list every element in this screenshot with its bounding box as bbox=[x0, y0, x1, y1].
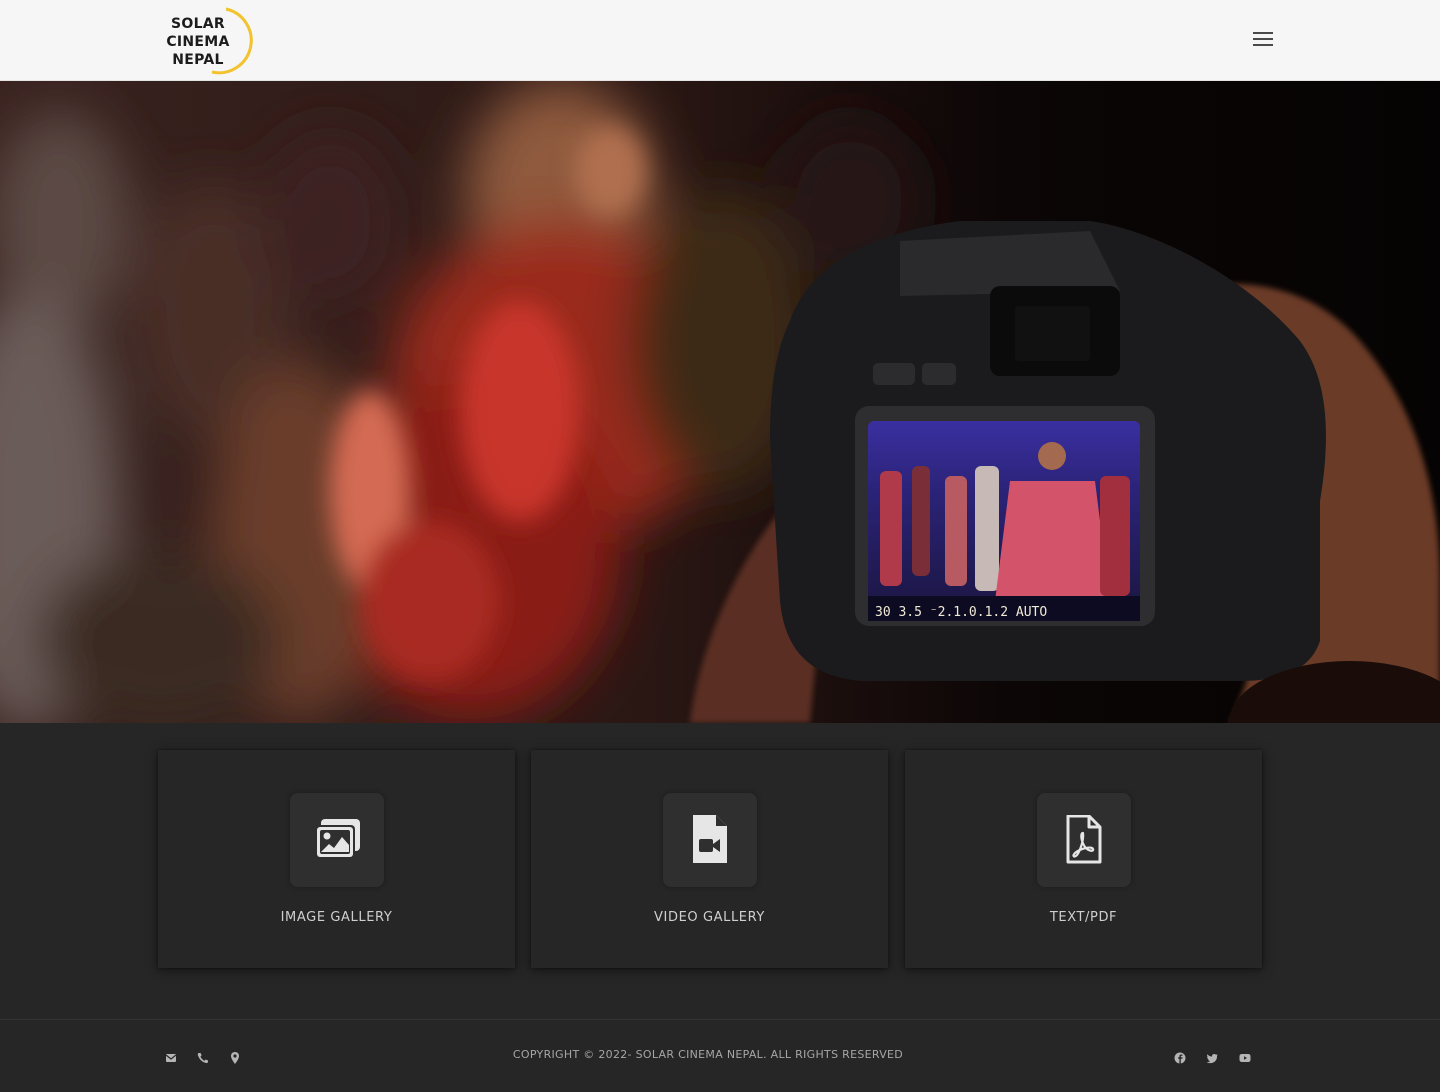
video-gallery-label: VIDEO GALLERY bbox=[654, 910, 765, 925]
image-gallery-icon-box bbox=[289, 793, 384, 887]
hero-photo-illustration: 30 3.5 ⁻2.1.0.1.2 AUTO bbox=[0, 81, 1440, 723]
logo-line-solar: SOLAR bbox=[170, 16, 226, 32]
hamburger-menu-icon[interactable] bbox=[1246, 25, 1280, 53]
copyright-text: COPYRIGHT © 2022- SOLAR CINEMA NEPAL. AL… bbox=[512, 1048, 904, 1061]
text-pdf-icon-box bbox=[1036, 793, 1131, 887]
twitter-icon[interactable] bbox=[1204, 1050, 1220, 1066]
file-pdf-icon bbox=[1066, 815, 1101, 864]
video-gallery-card[interactable]: VIDEO GALLERY bbox=[531, 750, 888, 968]
image-gallery-card[interactable]: IMAGE GALLERY bbox=[158, 750, 515, 968]
image-gallery-label: IMAGE GALLERY bbox=[280, 910, 393, 925]
logo-line-cinema: CINEMA bbox=[166, 34, 230, 50]
resources-section: IMAGE GALLERY VIDEO GALLERY TEXT/PDF bbox=[0, 723, 1440, 1019]
facebook-icon[interactable] bbox=[1172, 1050, 1188, 1066]
file-video-icon bbox=[692, 815, 727, 863]
text-pdf-label: TEXT/PDF bbox=[1049, 910, 1118, 925]
envelope-icon[interactable] bbox=[163, 1050, 179, 1066]
map-marker-icon[interactable] bbox=[227, 1050, 243, 1066]
hero-photo: 30 3.5 ⁻2.1.0.1.2 AUTO bbox=[0, 81, 1440, 723]
youtube-icon[interactable] bbox=[1237, 1050, 1253, 1066]
logo-text: SOLAR CINEMA NEPAL bbox=[160, 15, 236, 69]
text-pdf-card[interactable]: TEXT/PDF bbox=[905, 750, 1262, 968]
svg-text:30 3.5 ⁻2.1.0.1.2 AUTO: 30 3.5 ⁻2.1.0.1.2 AUTO bbox=[875, 605, 1047, 620]
images-icon bbox=[314, 819, 360, 859]
solar-cinema-nepal-logo[interactable]: SOLAR CINEMA NEPAL bbox=[160, 6, 280, 76]
video-gallery-icon-box bbox=[662, 793, 757, 887]
phone-icon[interactable] bbox=[195, 1050, 211, 1066]
site-footer: COPYRIGHT © 2022- SOLAR CINEMA NEPAL. AL… bbox=[0, 1019, 1440, 1092]
logo-line-nepal: NEPAL bbox=[172, 52, 224, 68]
site-header: SOLAR CINEMA NEPAL bbox=[0, 0, 1440, 81]
